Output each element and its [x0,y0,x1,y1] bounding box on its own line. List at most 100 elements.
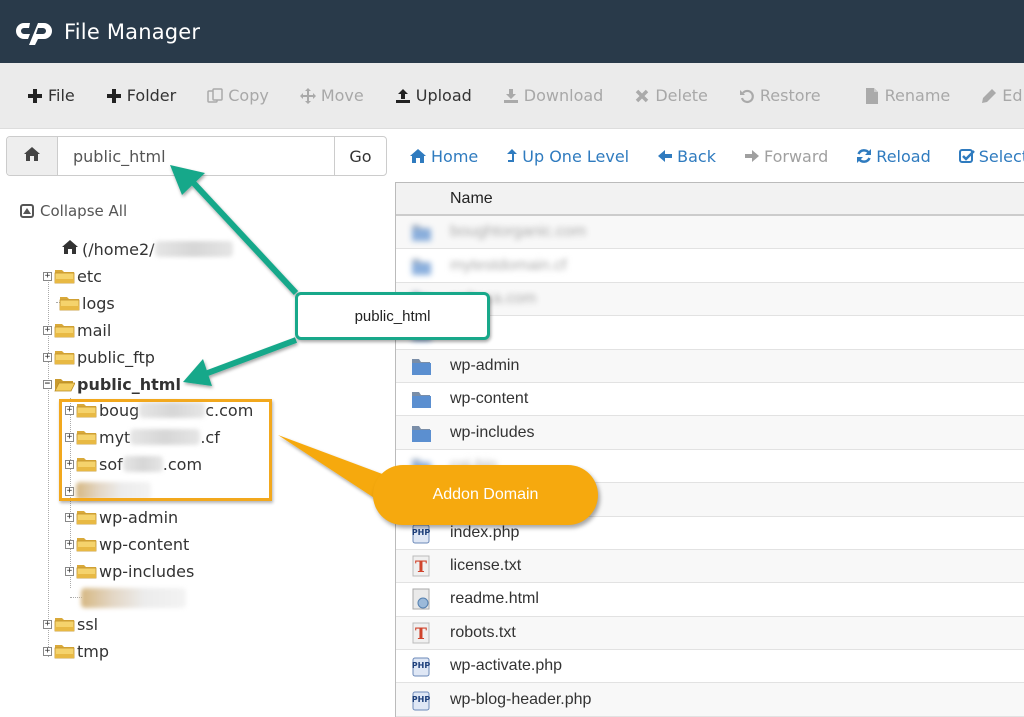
tree-node[interactable]: + mail [43,317,111,343]
column-header-name[interactable]: Name [396,183,1024,216]
folder-icon [54,323,75,338]
file-table: Name boughtorganic.com mytestdomain.cf sof… [395,182,1024,717]
download-button[interactable]: Download [502,86,603,105]
copy-button[interactable]: Copy [206,86,269,105]
folder-icon [54,377,76,392]
folder-icon [59,296,80,311]
green-arrow-to-pathbar [185,174,299,296]
file-row[interactable]: Trobots.txt [396,616,1024,651]
rename-button[interactable]: Rename [863,86,950,105]
file-row[interactable]: PHP wp-activate.php [396,650,1024,684]
tree-node-label: logs [82,293,115,313]
arrow-right-icon [744,148,760,164]
tree-node[interactable] [81,585,186,611]
expand-icon[interactable]: + [65,539,74,549]
tree-node[interactable]: + wp-includes [65,558,194,584]
delete-button[interactable]: Delete [633,86,708,105]
file-row[interactable]: wp-includes [396,416,1024,450]
tree-node[interactable]: − public_html [43,371,181,397]
checkbox-icon [958,148,975,164]
go-button[interactable]: Go [334,137,386,175]
new-folder-button[interactable]: Folder [105,86,176,105]
nav-home-button[interactable]: Home [409,147,478,166]
top-bar: File Manager [0,0,1024,63]
cpanel-logo-icon [16,19,56,45]
file-name: wp-activate.php [450,657,563,675]
file-name: wp-admin [450,356,520,374]
file-row[interactable]: readme.html [396,583,1024,617]
svg-text:PHP: PHP [412,695,431,704]
copy-icon [206,87,224,105]
expand-icon[interactable]: + [43,619,52,629]
refresh-icon [856,148,872,164]
tree-node-label: etc [77,266,102,286]
restore-button[interactable]: Restore [738,86,821,105]
folder-icon [410,388,432,410]
upload-icon [394,87,412,105]
file-row[interactable]: wp-admin [396,349,1024,383]
expand-icon[interactable]: + [43,646,52,656]
path-home-button[interactable] [7,137,58,175]
html-file-icon [410,588,432,610]
toolbar: File Folder Copy Move Upload Download De… [0,63,1024,129]
file-name: boughtorganic.com [450,223,587,241]
new-file-button[interactable]: File [26,86,75,105]
file-name: robots.txt [450,623,516,641]
upload-button[interactable]: Upload [394,86,472,105]
collapse-node-icon[interactable]: − [43,379,52,389]
move-icon [299,87,317,105]
file-row[interactable] [396,316,1024,350]
folder-icon [76,564,97,579]
tree-node-label: wp-admin [99,507,179,527]
file-row[interactable]: PHP wp-blog-header.php [396,683,1024,717]
tree-node[interactable]: + wp-admin [65,504,178,530]
file-name: wp-blog-header.php [450,690,592,708]
edit-button[interactable]: Edit [980,86,1024,105]
expand-icon[interactable]: + [65,566,74,576]
file-name: license.txt [450,557,522,575]
tree-node[interactable]: + ssl [43,611,98,637]
folder-icon [410,422,432,444]
up-one-level-button[interactable]: Up One Level [506,147,629,166]
tree-node[interactable]: + public_ftp [43,344,155,370]
select-all-button[interactable]: Select All [958,147,1024,166]
expand-icon[interactable]: + [43,271,52,281]
tree-node[interactable]: + etc [43,263,102,289]
folder-icon [410,355,432,377]
collapse-all-button[interactable]: Collapse All [20,202,127,220]
reload-button[interactable]: Reload [856,147,931,166]
file-name: wp-includes [450,423,535,441]
tree-node-label: public_html [77,374,181,394]
green-arrow-to-tree [203,337,298,377]
forward-button[interactable]: Forward [744,147,828,166]
tree-node[interactable]: + tmp [43,638,109,664]
file-row[interactable]: wp-content [396,383,1024,417]
undo-icon [738,87,756,105]
file-row[interactable]: mytestdomain.cf [396,249,1024,283]
tree-node[interactable]: + wp-content [65,531,189,557]
expand-icon[interactable]: + [43,325,52,335]
orange-callout-pointer [278,435,385,505]
folder-icon [410,221,432,243]
file-name: mytestdomain.cf [450,256,567,274]
plus-icon [26,87,44,105]
file-row[interactable]: softeca.com [396,282,1024,317]
tree-node[interactable]: logs [59,290,115,316]
x-icon [633,87,651,105]
file-row[interactable]: Tlicense.txt [396,549,1024,584]
public-html-callout: public_html [295,292,490,340]
expand-icon[interactable]: + [43,352,52,362]
home-icon [61,239,79,259]
home-icon [23,146,41,166]
collapse-icon [20,204,34,218]
path-input[interactable] [58,137,334,175]
move-button[interactable]: Move [299,86,364,105]
file-icon [863,87,881,105]
green-arrowhead [183,359,212,386]
expand-icon[interactable]: + [65,512,74,522]
tree-root[interactable]: (/home2/ [61,236,233,262]
folder-icon [76,537,97,552]
file-row[interactable]: boughtorganic.com [396,216,1024,250]
back-button[interactable]: Back [657,147,716,166]
folder-icon [54,269,75,284]
